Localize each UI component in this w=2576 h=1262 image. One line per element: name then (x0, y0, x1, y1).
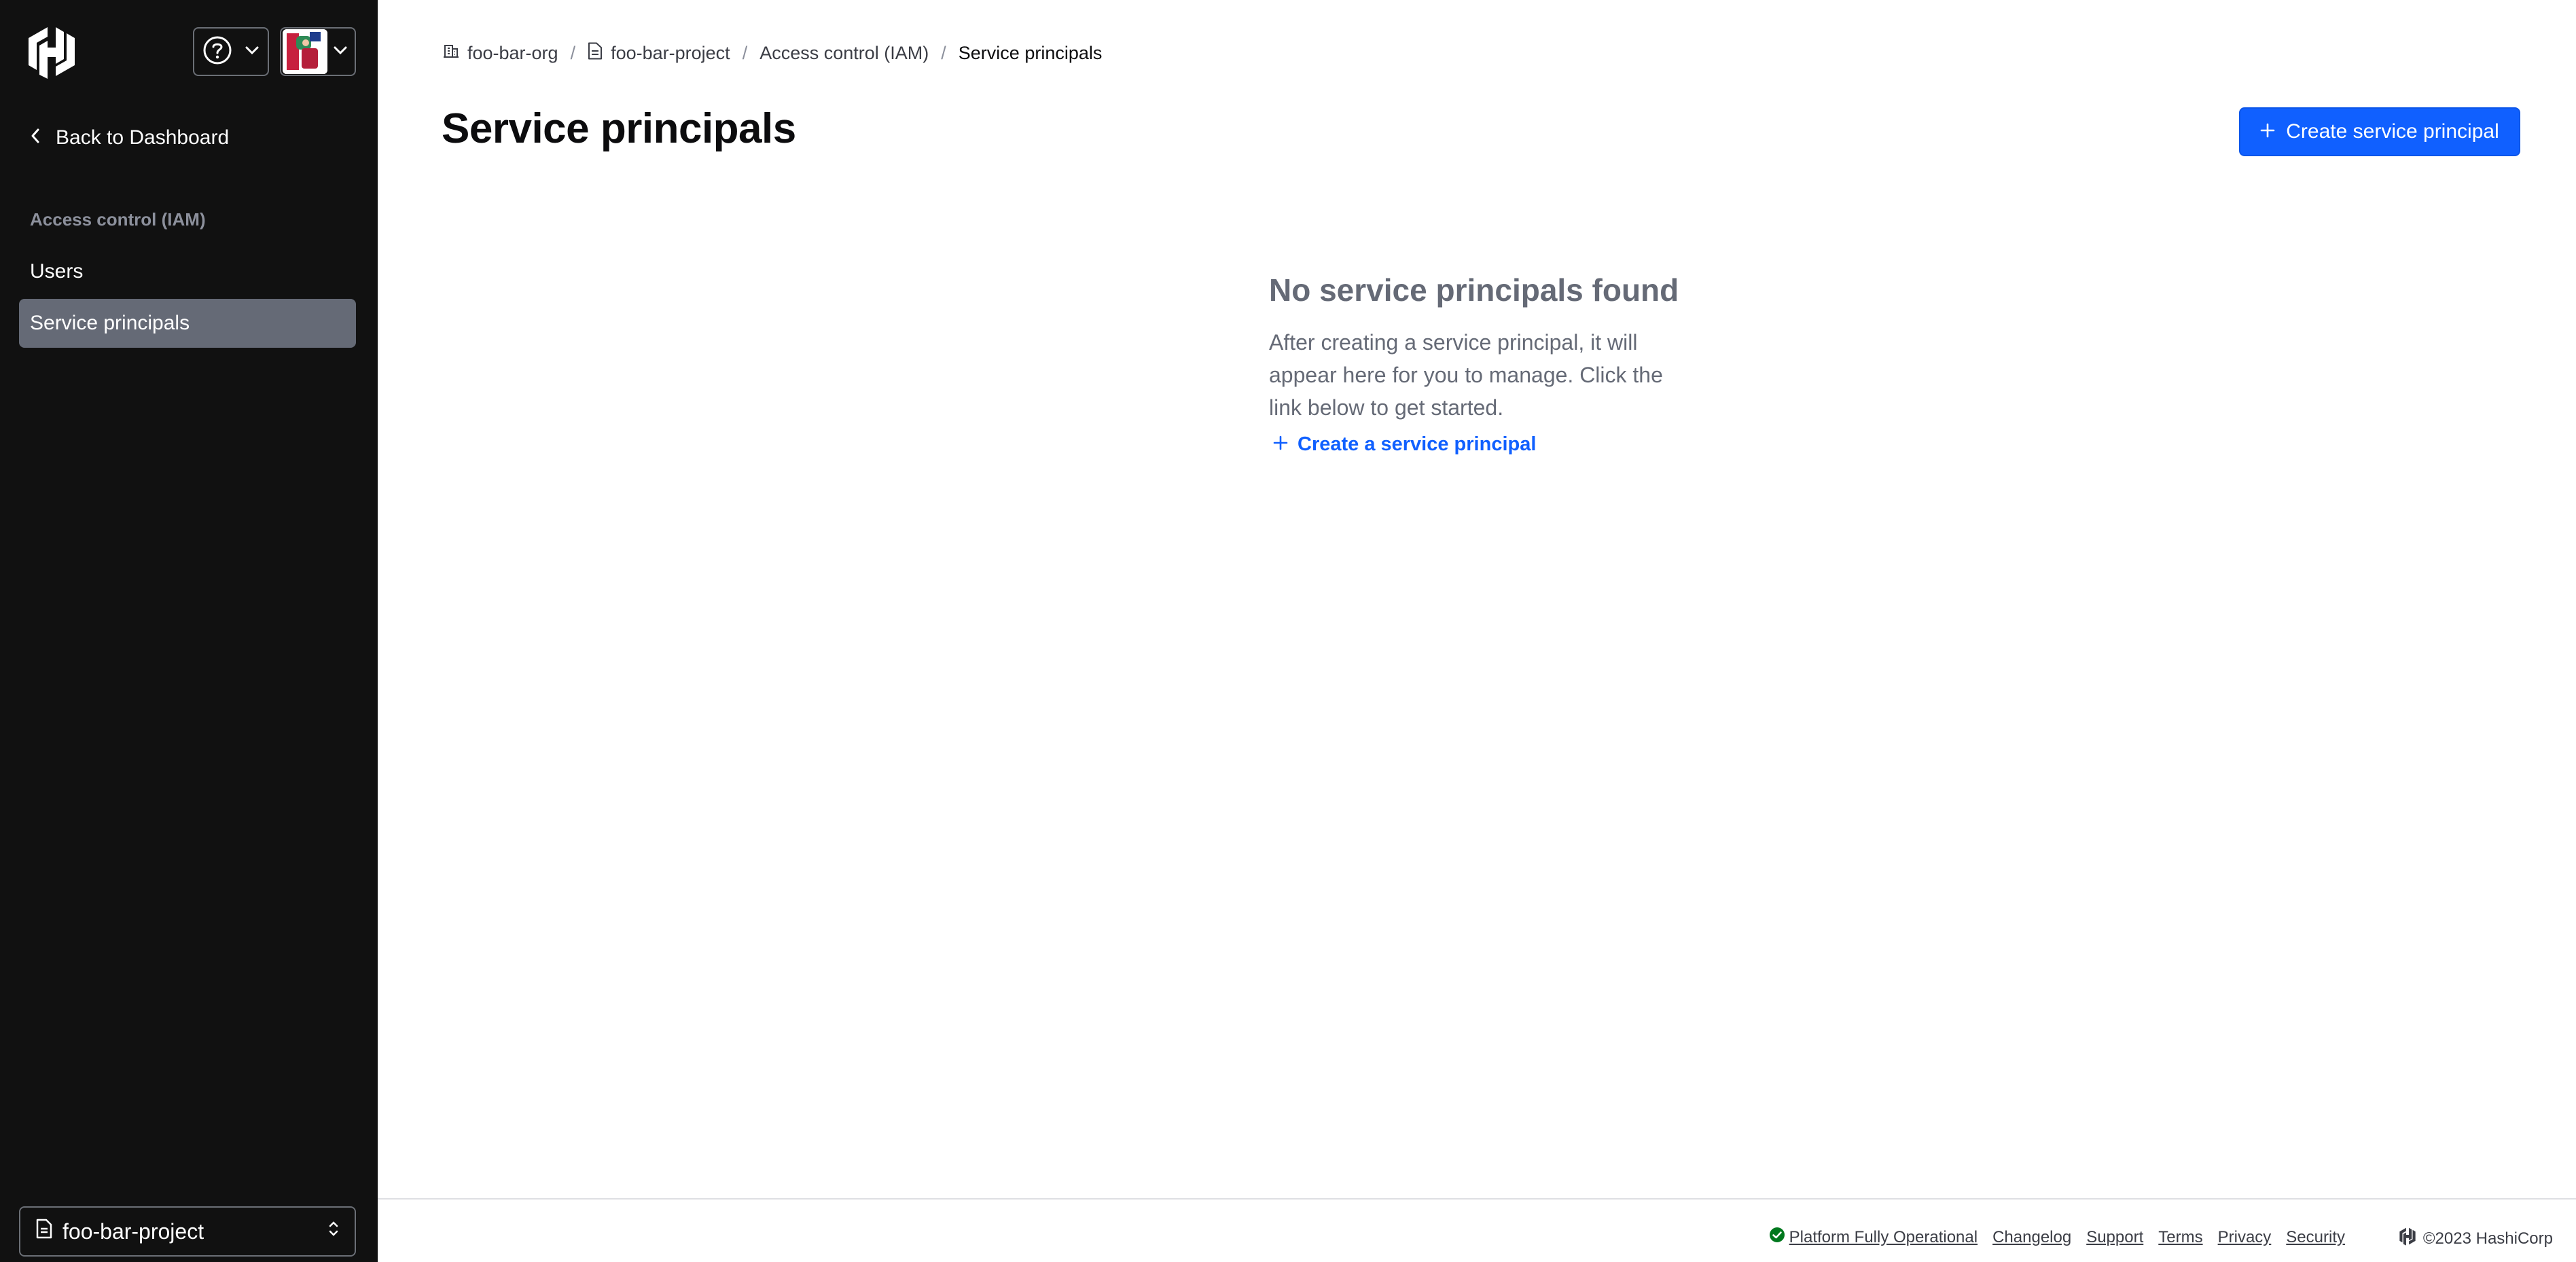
file-icon (35, 1219, 53, 1244)
chevron-left-icon (30, 126, 41, 149)
footer-link-privacy[interactable]: Privacy (2218, 1228, 2272, 1247)
breadcrumb-label: foo-bar-org (467, 43, 558, 63)
empty-state-body: After creating a service principal, it w… (1269, 330, 1663, 420)
platform-status-label: Platform Fully Operational (1789, 1227, 1978, 1246)
platform-status-link[interactable]: Platform Fully Operational (1769, 1227, 1978, 1248)
breadcrumb-label: foo-bar-project (611, 43, 730, 63)
breadcrumb-separator: / (941, 43, 946, 63)
copyright-text: ©2023 HashiCorp (2422, 1229, 2553, 1248)
empty-state: No service principals found After creati… (1269, 272, 1690, 456)
footer-link-changelog[interactable]: Changelog (1992, 1228, 2071, 1247)
copyright: ©2023 HashiCorp (2399, 1227, 2553, 1250)
breadcrumb-item-current: Service principals (959, 43, 1103, 64)
empty-state-title: No service principals found (1269, 272, 1679, 308)
chevron-up-down-icon (327, 1219, 340, 1244)
back-to-dashboard-label: Back to Dashboard (56, 126, 230, 149)
sidebar-item-users[interactable]: Users (19, 247, 356, 296)
footer-link-support[interactable]: Support (2086, 1228, 2143, 1247)
help-icon (202, 35, 232, 69)
create-service-principal-button[interactable]: Create service principal (2239, 107, 2520, 156)
footer: Platform Fully Operational Changelog Sup… (378, 1198, 2576, 1262)
user-menu-button[interactable] (280, 27, 356, 76)
chevron-down-icon (333, 46, 348, 58)
sidebar: Back to Dashboard Access control (IAM) U… (0, 0, 378, 1262)
breadcrumb-label: Service principals (958, 43, 1103, 63)
file-icon (588, 42, 603, 65)
breadcrumb-item-org[interactable]: foo-bar-org (443, 43, 558, 64)
project-name: foo-bar-project (62, 1219, 204, 1244)
breadcrumb-item-iam[interactable]: Access control (IAM) (759, 43, 929, 64)
breadcrumb-label: Access control (IAM) (759, 43, 929, 63)
breadcrumb-separator: / (570, 43, 576, 63)
page-title: Service principals (442, 105, 796, 152)
back-to-dashboard-link[interactable]: Back to Dashboard (30, 126, 229, 149)
plus-icon (1273, 433, 1288, 456)
avatar (283, 29, 327, 74)
sidebar-item-service-principals[interactable]: Service principals (19, 299, 356, 348)
check-circle-icon (1769, 1227, 1785, 1248)
help-menu-button[interactable] (193, 27, 269, 76)
plus-icon (2260, 120, 2275, 143)
breadcrumb-item-project[interactable]: foo-bar-project (588, 42, 730, 65)
breadcrumb-separator: / (742, 43, 748, 63)
button-label: Create service principal (2286, 120, 2499, 143)
create-service-principal-link[interactable]: Create a service principal (1269, 433, 1690, 456)
project-switcher[interactable]: foo-bar-project (19, 1206, 356, 1257)
sidebar-section-label: Access control (IAM) (30, 209, 206, 230)
sidebar-item-label: Users (30, 260, 84, 283)
chevron-down-icon (245, 46, 260, 58)
footer-link-terms[interactable]: Terms (2158, 1228, 2202, 1247)
footer-link-security[interactable]: Security (2286, 1228, 2345, 1247)
sidebar-item-label: Service principals (30, 312, 190, 334)
breadcrumb: foo-bar-org / foo-bar-project / Access c… (443, 42, 1102, 65)
footer-links: Platform Fully Operational Changelog Sup… (1769, 1227, 2345, 1248)
hashicorp-logo-icon[interactable] (26, 24, 77, 79)
building-icon (443, 43, 459, 64)
link-label: Create a service principal (1298, 433, 1537, 455)
hashicorp-logo-icon (2399, 1227, 2416, 1250)
